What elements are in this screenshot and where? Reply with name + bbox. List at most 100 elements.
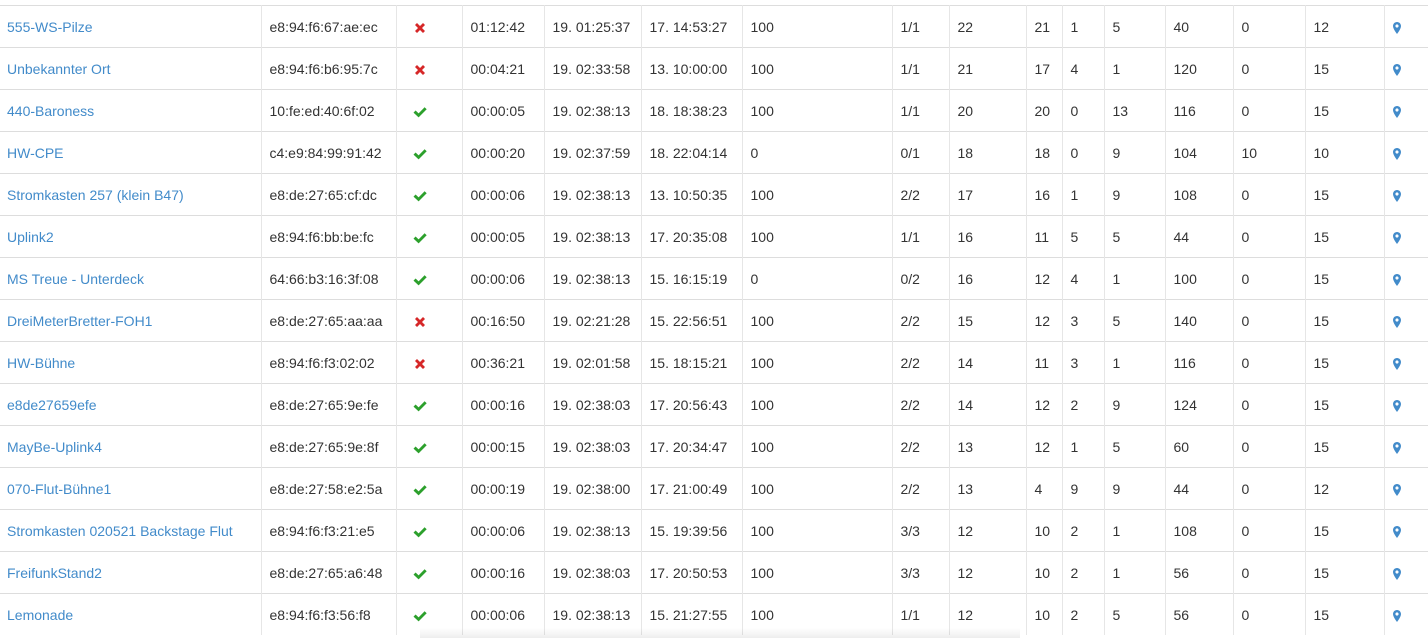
errors-cell: 0 bbox=[1233, 89, 1306, 132]
map-marker-icon[interactable] bbox=[1392, 231, 1401, 244]
neighbours-cell: 9 bbox=[1104, 173, 1166, 216]
load-cell: 140 bbox=[1165, 299, 1234, 342]
node-name-link[interactable]: Stromkasten 020521 Backstage Flut bbox=[7, 523, 233, 539]
last-seen-cell: 19. 02:38:13 bbox=[544, 593, 642, 635]
cross-icon bbox=[414, 22, 425, 33]
clients-5ghz-cell: 2 bbox=[1062, 509, 1105, 552]
table-row: Uplink2 e8:94:f6:bb:be:fc 00:00:05 19. 02:3… bbox=[0, 215, 1428, 258]
uptime-cell: 00:00:06 bbox=[462, 593, 545, 635]
clients-24ghz-cell: 11 bbox=[1026, 215, 1063, 258]
status-cell bbox=[396, 509, 463, 552]
channel-cell: 12 bbox=[1305, 5, 1385, 48]
node-name-link[interactable]: 070-Flut-Bühne1 bbox=[7, 481, 111, 497]
map-marker-icon[interactable] bbox=[1392, 441, 1401, 454]
channel-cell: 15 bbox=[1305, 215, 1385, 258]
uptime-cell: 00:04:21 bbox=[462, 47, 545, 90]
node-name-link[interactable]: 555-WS-Pilze bbox=[7, 19, 93, 35]
clients-cell: 22 bbox=[949, 5, 1027, 48]
mac-address-cell: e8:de:27:65:a6:48 bbox=[261, 551, 397, 594]
neighbours-cell: 13 bbox=[1104, 89, 1166, 132]
map-marker-icon[interactable] bbox=[1392, 63, 1401, 76]
table-row: FreifunkStand2 e8:de:27:65:a6:48 00:00:16 1… bbox=[0, 551, 1428, 594]
uplink-quality-cell: 100 bbox=[742, 173, 893, 216]
clients-24ghz-cell: 21 bbox=[1026, 5, 1063, 48]
first-seen-cell: 15. 21:27:55 bbox=[641, 593, 743, 635]
location-cell bbox=[1384, 551, 1428, 594]
node-name-link[interactable]: DreiMeterBretter-FOH1 bbox=[7, 313, 152, 329]
node-name-link[interactable]: Stromkasten 257 (klein B47) bbox=[7, 187, 184, 203]
map-marker-icon[interactable] bbox=[1392, 105, 1401, 118]
clients-5ghz-cell: 3 bbox=[1062, 299, 1105, 342]
node-name-link[interactable]: MS Treue - Unterdeck bbox=[7, 271, 144, 287]
map-marker-icon[interactable] bbox=[1392, 609, 1401, 622]
neighbours-cell: 9 bbox=[1104, 383, 1166, 426]
links-cell: 2/2 bbox=[892, 341, 950, 384]
clients-24ghz-cell: 17 bbox=[1026, 47, 1063, 90]
cross-icon bbox=[414, 316, 425, 327]
channel-cell: 15 bbox=[1305, 341, 1385, 384]
node-name-link[interactable]: Lemonade bbox=[7, 607, 73, 623]
channel-cell: 15 bbox=[1305, 551, 1385, 594]
uptime-cell: 00:00:05 bbox=[462, 215, 545, 258]
node-name-link[interactable]: FreifunkStand2 bbox=[7, 565, 102, 581]
neighbours-cell: 1 bbox=[1104, 551, 1166, 594]
node-table-container: 555-WS-Pilze e8:94:f6:67:ae:ec 01:12:42 19.… bbox=[0, 0, 1428, 638]
status-cell bbox=[396, 131, 463, 174]
map-marker-icon[interactable] bbox=[1392, 315, 1401, 328]
uplink-quality-cell: 100 bbox=[742, 467, 893, 510]
errors-cell: 0 bbox=[1233, 425, 1306, 468]
map-marker-icon[interactable] bbox=[1392, 399, 1401, 412]
load-cell: 108 bbox=[1165, 509, 1234, 552]
links-cell: 1/1 bbox=[892, 89, 950, 132]
status-cell bbox=[396, 215, 463, 258]
node-name-link[interactable]: 440-Baroness bbox=[7, 103, 94, 119]
clients-5ghz-cell: 1 bbox=[1062, 5, 1105, 48]
node-name-link[interactable]: Uplink2 bbox=[7, 229, 54, 245]
map-marker-icon[interactable] bbox=[1392, 357, 1401, 370]
clients-24ghz-cell: 12 bbox=[1026, 257, 1063, 300]
uplink-quality-cell: 0 bbox=[742, 257, 893, 300]
node-name-link[interactable]: HW-Bühne bbox=[7, 355, 75, 371]
map-marker-icon[interactable] bbox=[1392, 525, 1401, 538]
errors-cell: 0 bbox=[1233, 47, 1306, 90]
mac-address-cell: e8:de:27:65:aa:aa bbox=[261, 299, 397, 342]
table-row: Stromkasten 020521 Backstage Flut e8:94:f… bbox=[0, 509, 1428, 552]
load-cell: 40 bbox=[1165, 5, 1234, 48]
node-name-link[interactable]: e8de27659efe bbox=[7, 397, 97, 413]
check-icon bbox=[413, 526, 427, 538]
node-name-cell: MayBe-Uplink4 bbox=[0, 425, 262, 468]
clients-24ghz-cell: 10 bbox=[1026, 551, 1063, 594]
clients-5ghz-cell: 2 bbox=[1062, 383, 1105, 426]
map-marker-icon[interactable] bbox=[1392, 21, 1401, 34]
neighbours-cell: 1 bbox=[1104, 341, 1166, 384]
check-icon bbox=[413, 400, 427, 412]
links-cell: 2/2 bbox=[892, 299, 950, 342]
clients-24ghz-cell: 20 bbox=[1026, 89, 1063, 132]
first-seen-cell: 15. 22:56:51 bbox=[641, 299, 743, 342]
status-cell bbox=[396, 551, 463, 594]
first-seen-cell: 17. 20:35:08 bbox=[641, 215, 743, 258]
uplink-quality-cell: 0 bbox=[742, 131, 893, 174]
node-name-link[interactable]: MayBe-Uplink4 bbox=[7, 439, 102, 455]
map-marker-icon[interactable] bbox=[1392, 483, 1401, 496]
map-marker-icon[interactable] bbox=[1392, 273, 1401, 286]
channel-cell: 12 bbox=[1305, 467, 1385, 510]
channel-cell: 15 bbox=[1305, 257, 1385, 300]
clients-5ghz-cell: 2 bbox=[1062, 551, 1105, 594]
map-marker-icon[interactable] bbox=[1392, 189, 1401, 202]
node-name-link[interactable]: Unbekannter Ort bbox=[7, 61, 111, 77]
map-marker-icon[interactable] bbox=[1392, 147, 1401, 160]
load-cell: 44 bbox=[1165, 215, 1234, 258]
clients-5ghz-cell: 5 bbox=[1062, 215, 1105, 258]
uptime-cell: 00:00:06 bbox=[462, 509, 545, 552]
location-cell bbox=[1384, 383, 1428, 426]
status-cell bbox=[396, 47, 463, 90]
first-seen-cell: 13. 10:50:35 bbox=[641, 173, 743, 216]
links-cell: 2/2 bbox=[892, 425, 950, 468]
clients-cell: 12 bbox=[949, 593, 1027, 635]
node-name-link[interactable]: HW-CPE bbox=[7, 145, 64, 161]
location-cell bbox=[1384, 5, 1428, 48]
channel-cell: 15 bbox=[1305, 89, 1385, 132]
uptime-cell: 00:00:05 bbox=[462, 89, 545, 132]
map-marker-icon[interactable] bbox=[1392, 567, 1401, 580]
